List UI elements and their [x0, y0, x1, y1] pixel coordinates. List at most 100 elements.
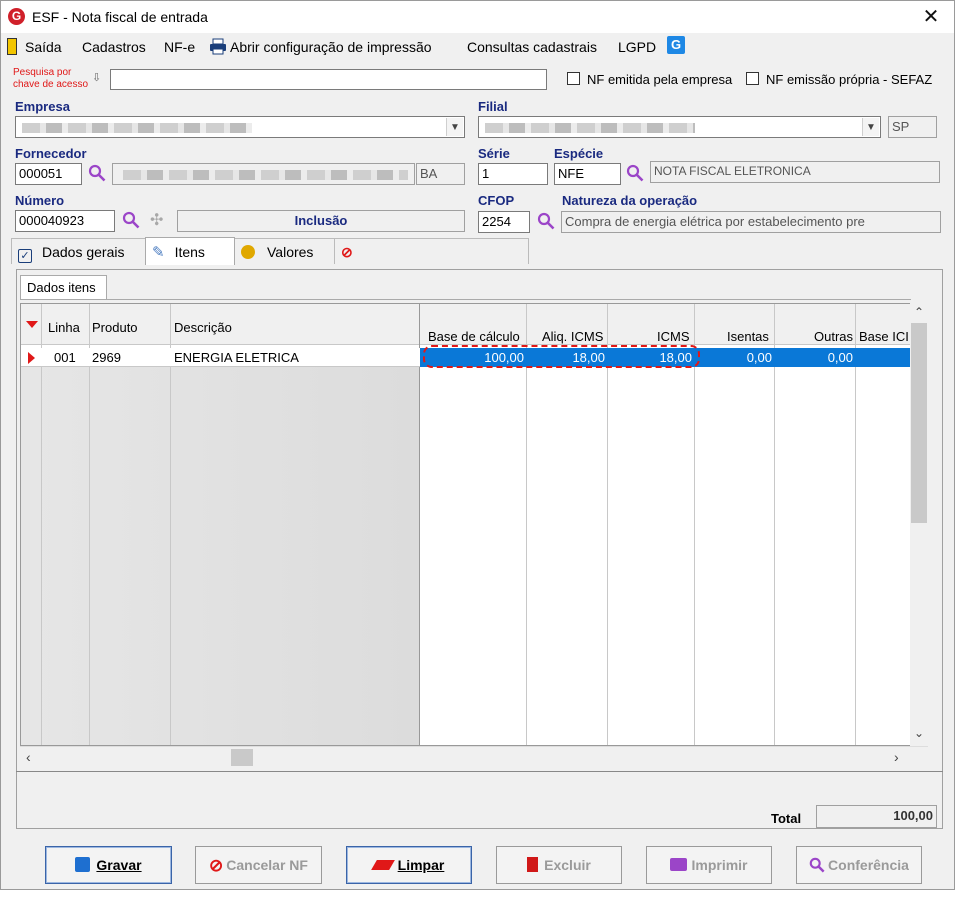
- menu-saida[interactable]: Saída: [25, 39, 62, 55]
- nf-propria-checkbox[interactable]: [746, 72, 759, 85]
- header-aliq-icms[interactable]: Aliq. ICMS: [542, 329, 603, 344]
- menu-nfe[interactable]: NF-e: [164, 39, 195, 55]
- redacted-text: [22, 123, 252, 133]
- total-label: Total: [771, 811, 802, 826]
- chevron-right-icon[interactable]: ›: [894, 749, 899, 765]
- horizontal-scrollbar[interactable]: ‹ ›: [20, 746, 928, 768]
- especie-desc-field: NOTA FISCAL ELETRONICA: [650, 161, 940, 183]
- header-icms[interactable]: ICMS: [657, 329, 690, 344]
- search-key-label: Pesquisa por chave de acesso: [13, 67, 89, 90]
- filial-uf-field: SP: [888, 116, 937, 138]
- vertical-scrollbar[interactable]: ⌃ ⌄: [910, 303, 928, 746]
- search-icon[interactable]: [537, 212, 555, 230]
- edit-pencil-icon: ✎: [152, 244, 165, 261]
- search-icon[interactable]: [122, 211, 140, 229]
- exit-door-icon: [7, 38, 17, 55]
- redacted-text: [485, 123, 695, 133]
- cell-outras: 0,00: [827, 350, 853, 365]
- search-icon[interactable]: [88, 164, 106, 182]
- imprimir-label: Imprimir: [691, 857, 748, 873]
- tab-extra[interactable]: ⊘: [335, 238, 529, 264]
- empresa-select[interactable]: ▼: [15, 116, 465, 138]
- cell-linha: 001: [54, 350, 76, 365]
- gravar-button[interactable]: Gravar: [45, 846, 172, 884]
- chevron-left-icon[interactable]: ‹: [26, 749, 31, 765]
- especie-code-field[interactable]: NFE: [554, 163, 621, 185]
- search-icon[interactable]: [626, 164, 644, 182]
- filial-label: Filial: [478, 99, 508, 114]
- eraser-icon: [370, 860, 395, 870]
- header-isentas[interactable]: Isentas: [727, 329, 769, 344]
- limpar-button[interactable]: Limpar: [346, 846, 472, 884]
- tab-valores[interactable]: Valores: [235, 238, 335, 264]
- header-base-calculo[interactable]: Base de cálculo: [428, 329, 520, 344]
- access-key-input[interactable]: [110, 69, 547, 90]
- printer-icon: [670, 858, 688, 871]
- row-indicator-icon: [28, 352, 35, 364]
- header-descricao[interactable]: Descrição: [174, 320, 232, 335]
- menu-consultas-cadastrais[interactable]: Consultas cadastrais: [467, 39, 597, 55]
- menu-cadastros[interactable]: Cadastros: [82, 39, 146, 55]
- chevron-down-icon[interactable]: ▼: [446, 118, 463, 136]
- tab-itens-label: Itens: [174, 244, 205, 260]
- numero-field[interactable]: 000040923: [15, 210, 115, 232]
- header-linha[interactable]: Linha: [48, 320, 80, 335]
- chevron-down-icon[interactable]: ⌄: [914, 726, 924, 740]
- filial-select[interactable]: ▼: [478, 116, 881, 138]
- header-base-icms[interactable]: Base ICI: [859, 329, 909, 344]
- scrollbar-thumb[interactable]: [911, 323, 927, 523]
- header-outras[interactable]: Outras: [814, 329, 853, 344]
- highlight-annotation: [423, 345, 700, 368]
- items-grid[interactable]: Linha Produto Descrição Base de cálculo …: [20, 303, 911, 746]
- chevron-down-icon[interactable]: ▼: [862, 118, 879, 136]
- natureza-label: Natureza da operação: [562, 193, 698, 208]
- scrollbar-thumb[interactable]: [231, 749, 253, 766]
- tab-valores-label: Valores: [267, 244, 314, 260]
- sort-arrow-icon[interactable]: [26, 321, 38, 328]
- menu-lgpd[interactable]: LGPD: [618, 39, 656, 55]
- status-field: Inclusão: [177, 210, 465, 232]
- fornecedor-label: Fornecedor: [15, 146, 87, 161]
- fornecedor-name-field: [112, 163, 415, 185]
- divider: [16, 771, 943, 772]
- cancelar-label: Cancelar NF: [226, 857, 308, 873]
- chevron-up-icon[interactable]: ⌃: [914, 305, 924, 319]
- coins-icon: [241, 245, 255, 259]
- imprimir-button[interactable]: Imprimir: [646, 846, 772, 884]
- trash-icon: [527, 857, 539, 872]
- fornecedor-code-field[interactable]: 000051: [15, 163, 82, 185]
- conferencia-label: Conferência: [828, 857, 909, 873]
- numero-label: Número: [15, 193, 65, 208]
- total-field: 100,00: [816, 805, 937, 828]
- cell-isentas: 0,00: [746, 350, 772, 365]
- menu-bar: Saída Cadastros NF-e Abrir configuração …: [1, 33, 954, 61]
- menu-abrir-config-impressao[interactable]: Abrir configuração de impressão: [230, 39, 432, 55]
- red-mark-icon: ⊘: [341, 244, 353, 260]
- tab-dados-gerais[interactable]: ✓ Dados gerais: [11, 238, 145, 264]
- especie-label: Espécie: [554, 146, 604, 161]
- tab-itens[interactable]: ✎ Itens: [145, 237, 235, 265]
- natureza-field: Compra de energia elétrica por estabelec…: [561, 211, 941, 233]
- close-button[interactable]: ✕: [917, 3, 945, 31]
- printer-icon: [210, 38, 226, 55]
- cancel-circle-icon: ⊘: [209, 856, 224, 875]
- conferencia-button[interactable]: Conferência: [796, 846, 922, 884]
- subtab-dados-itens[interactable]: Dados itens: [20, 275, 107, 299]
- checkbox-icon: ✓: [18, 249, 32, 263]
- main-tabs: ✓ Dados gerais ✎ Itens Valores ⊘: [11, 237, 531, 265]
- add-icon[interactable]: ✣: [150, 210, 163, 230]
- limpar-label: Limpar: [397, 857, 445, 873]
- download-arrow-icon: ⇩: [92, 72, 102, 84]
- nf-emitida-checkbox[interactable]: [567, 72, 580, 85]
- excluir-button[interactable]: Excluir: [496, 846, 622, 884]
- cfop-field[interactable]: 2254: [478, 211, 530, 233]
- nf-emitida-label: NF emitida pela empresa: [587, 72, 733, 87]
- serie-field[interactable]: 1: [478, 163, 548, 185]
- save-disk-icon: [75, 857, 91, 872]
- cancelar-nf-button[interactable]: ⊘ Cancelar NF: [195, 846, 322, 884]
- title-bar: G ESF - Nota fiscal de entrada ✕: [1, 1, 954, 33]
- cell-produto: 2969: [92, 350, 121, 365]
- lgpd-logo-icon[interactable]: G: [667, 36, 685, 54]
- header-produto[interactable]: Produto: [92, 320, 138, 335]
- fornecedor-uf-field: BA: [416, 163, 465, 185]
